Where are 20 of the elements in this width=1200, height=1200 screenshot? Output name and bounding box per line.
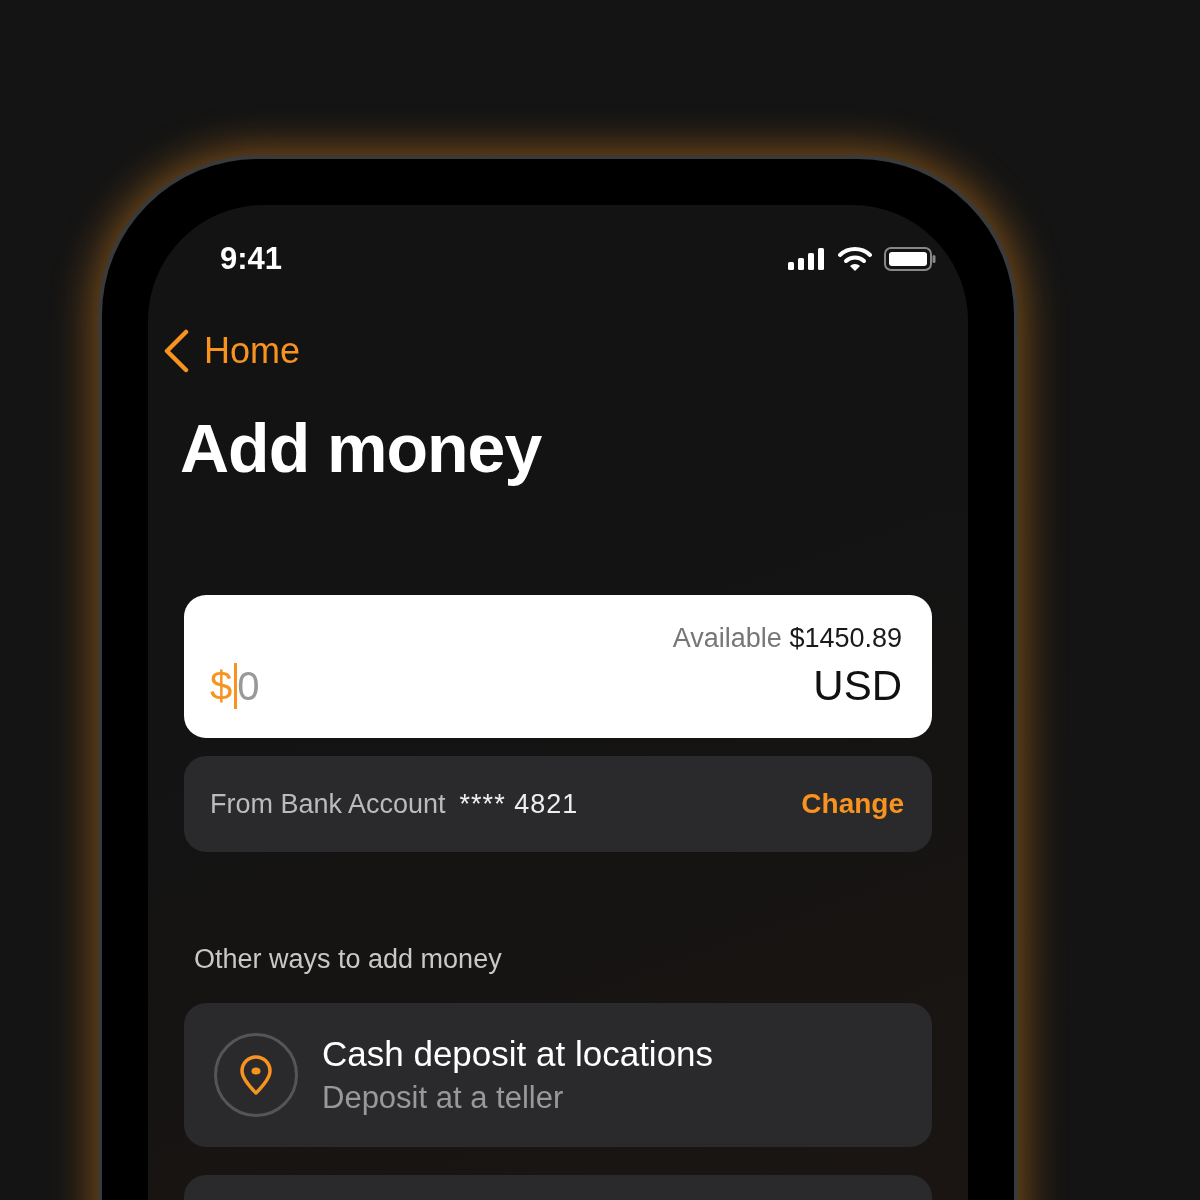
option-title: Cash deposit at locations <box>322 1034 714 1074</box>
section-heading: Other ways to add money <box>194 944 503 975</box>
option-card[interactable]: Cash deposit at locations Deposit at a teller <box>184 1003 932 1147</box>
signal-icon <box>788 248 826 270</box>
amount-input[interactable]: 0 <box>237 663 358 709</box>
wifi-icon <box>838 247 872 271</box>
location-pin-icon <box>239 1055 273 1095</box>
available-balance: Available $1450.89 <box>672 623 902 654</box>
change-button[interactable]: Change <box>801 788 904 820</box>
battery-icon <box>884 247 936 271</box>
chevron-left-icon <box>162 329 190 373</box>
currency-symbol: $ <box>210 663 233 709</box>
page-title: Add money <box>180 409 543 487</box>
bank-account-number: **** 4821 <box>459 788 579 820</box>
back-button[interactable]: Home <box>162 329 301 373</box>
bank-account-label: From Bank Account <box>210 788 446 820</box>
option-subtitle: Deposit at a teller <box>322 1080 565 1116</box>
currency-code: USD <box>813 662 902 710</box>
text-cursor <box>234 663 238 709</box>
status-time: 9:41 <box>220 241 283 277</box>
